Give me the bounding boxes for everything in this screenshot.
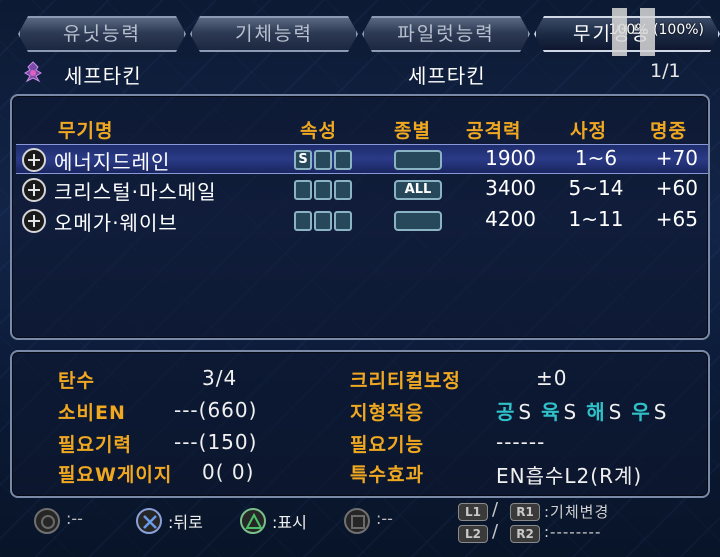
weapon-range: 1~6 [574,146,618,170]
terrain-grade: S [563,400,577,424]
tab-label: 유닛능력 [63,23,141,45]
weapon-detail-panel: 탄수 3/4 소비EN ---(660) 필요기력 ---(150) 필요W게이… [10,350,710,498]
weapon-accuracy: +70 [655,146,698,170]
weapon-power: 4200 [485,207,536,231]
weapon-row[interactable]: 에너지드레인 S 1900 1~6 +70 [16,144,708,174]
column-header-kind: 종별 [394,120,431,142]
column-header-name: 무기명 [58,120,114,142]
weapon-performance-screen: 유닛능력 기체능력 파일럿능력 무기성능 100% (100%) 세프타킨 세프… [0,0,720,557]
unit-name: 세프타킨 [64,64,142,88]
weapon-accuracy: +65 [655,207,698,231]
weapon-range: 5~14 [568,176,624,200]
weapon-kind-badge [394,211,442,231]
r1-button-icon[interactable]: R1 [510,503,540,521]
weapon-row[interactable]: 크리스털·마스메일 ALL 3400 5~14 +60 [16,175,708,205]
circle-button-icon[interactable] [34,508,60,534]
square-button-icon[interactable] [344,508,370,534]
page-indicator: 1/1 [650,60,681,82]
attribute-slots [294,211,352,231]
weapon-accuracy: +60 [655,176,698,200]
separator: / [492,521,499,542]
r2-button-icon[interactable]: R2 [510,525,540,543]
terrain-grade: S [608,400,622,424]
pause-icon[interactable] [612,8,658,58]
terrain-ratings: 공S육S해S우S [496,396,676,425]
weapon-name: 오메가·웨이브 [54,211,178,235]
weapon-name: 크리스털·마스메일 [54,180,217,204]
weapon-upgrade-icon [22,148,46,172]
terrain-sea: 해 [586,400,605,424]
weapon-row[interactable]: 오메가·웨이브 4200 1~11 +65 [16,206,708,236]
attribute-slot [334,180,352,200]
column-header-attribute: 속성 [300,120,337,142]
critical-value: ±0 [536,366,568,390]
tab-label: 기체능력 [235,23,313,45]
cross-button-icon[interactable] [136,508,162,534]
tab-label: 파일럿능력 [397,23,495,45]
special-effect-value: EN흡수L2(R계) [496,464,643,488]
unit-header: 세프타킨 세프타킨 1/1 [10,58,710,88]
required-skill-value: ------ [496,430,546,454]
ammo-label: 탄수 [58,370,95,392]
tab-unit-ability[interactable]: 유닛능력 [18,16,186,52]
attribute-slot [334,150,352,170]
tab-mech-ability[interactable]: 기체능력 [190,16,358,52]
en-cost-label: 소비EN [58,402,126,424]
circle-button-label: :-- [66,509,83,528]
weapon-list-panel: 무기명 속성 종별 공격력 사정 명중 에너지드레인 S 1900 1~6 +7… [10,94,710,340]
weapon-name: 에너지드레인 [54,150,171,174]
required-wgauge-label: 필요W게이지 [58,464,173,486]
attribute-slot [314,180,332,200]
attribute-slot [334,211,352,231]
square-button-label: :-- [376,509,393,528]
en-cost-value: ---(660) [174,398,258,422]
terrain-space: 우 [631,400,650,424]
column-header-range: 사정 [570,120,607,142]
weapon-kind-badge: ALL [394,180,442,200]
weapon-kind-badge [394,150,442,170]
attribute-slot [314,150,332,170]
column-header-power: 공격력 [466,120,522,142]
button-hint-bar: :-- :뒤로 :표시 :-- L1 / R1 :기체변경 L2 / R2 :-… [0,499,720,548]
attribute-slot [294,211,312,231]
attribute-slot [314,211,332,231]
triangle-button-icon[interactable] [240,508,266,534]
terrain-label: 지형적응 [350,402,424,424]
unit-emblem-icon [24,61,42,83]
weapon-power: 3400 [485,176,536,200]
terrain-air: 공 [496,400,515,424]
attribute-slot: S [294,150,312,170]
l2-button-icon[interactable]: L2 [458,525,488,543]
attribute-slot [294,180,312,200]
column-header-accuracy: 명중 [650,120,687,142]
terrain-grade: S [518,400,532,424]
terrain-land: 육 [541,400,560,424]
change-mech-label: :기체변경 [544,503,610,521]
terrain-grade: S [653,400,667,424]
separator: / [492,499,499,520]
attribute-slots [294,180,352,200]
l1-button-icon[interactable]: L1 [458,503,488,521]
weapon-upgrade-icon [22,178,46,202]
critical-label: 크리티컬보정 [350,370,461,392]
required-will-label: 필요기력 [58,434,132,456]
lr2-action-label: :-------- [544,523,602,541]
weapon-power: 1900 [485,146,536,170]
weapon-range: 1~11 [568,207,624,231]
weapon-upgrade-icon [22,209,46,233]
required-wgauge-value: 0( 0) [202,460,255,484]
pilot-name: 세프타킨 [408,64,486,88]
required-will-value: ---(150) [174,430,258,454]
attribute-slots: S [294,150,352,170]
cross-button-label: :뒤로 [168,513,203,532]
special-effect-label: 특수효과 [350,464,424,486]
tab-pilot-ability[interactable]: 파일럿능력 [362,16,530,52]
triangle-button-label: :표시 [272,513,307,532]
ammo-value: 3/4 [202,366,238,390]
required-skill-label: 필요기능 [350,434,424,456]
